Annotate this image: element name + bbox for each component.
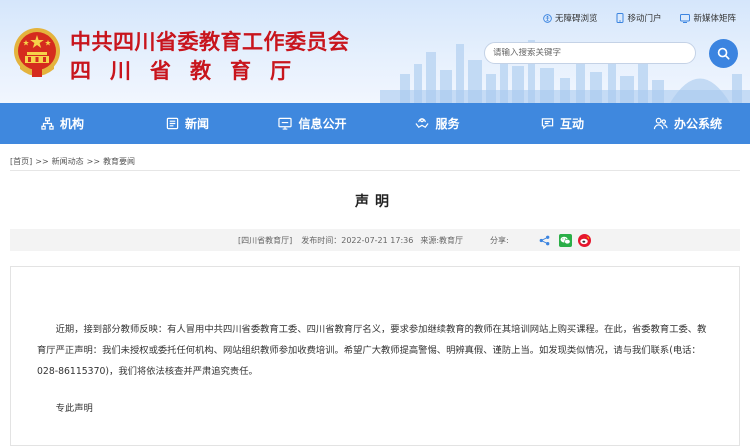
nav-item-label: 新闻 bbox=[184, 117, 209, 131]
nav-item-org[interactable]: 机构 bbox=[0, 103, 125, 144]
top-link-mobile[interactable]: 移动门户 bbox=[616, 11, 661, 25]
share-weibo-button[interactable] bbox=[577, 233, 591, 247]
breadcrumb-news[interactable]: 新闻动态 bbox=[52, 156, 84, 167]
meta-share-label: 分享: bbox=[490, 235, 509, 245]
news-icon bbox=[166, 117, 179, 130]
share-icon bbox=[539, 235, 550, 245]
top-link-label: 无障碍浏览 bbox=[554, 14, 598, 24]
meta-source: [四川省教育厅] bbox=[238, 235, 293, 245]
article-meta: [四川省教育厅] 发布时间：2022-07-21 17:36 来源:教育厅 分享… bbox=[10, 229, 740, 251]
media-matrix-icon bbox=[680, 13, 691, 23]
wechat-icon bbox=[558, 233, 572, 247]
top-link-label: 新媒体矩阵 bbox=[693, 14, 736, 24]
breadcrumb-edu-news[interactable]: 教育要闻 bbox=[103, 156, 135, 167]
top-link-media-matrix[interactable]: 新媒体矩阵 bbox=[680, 11, 736, 25]
interaction-icon bbox=[541, 118, 554, 130]
nav-item-label: 办公系统 bbox=[673, 117, 722, 131]
top-links: 无障碍浏览 移动门户 新媒体矩阵 bbox=[524, 11, 736, 25]
meta-published: 发布时间：2022-07-21 17:36 bbox=[301, 235, 414, 245]
office-system-icon bbox=[653, 117, 668, 130]
nav-item-label: 信息公开 bbox=[298, 117, 347, 131]
breadcrumb-home[interactable]: [首页] bbox=[10, 156, 32, 167]
share-button[interactable] bbox=[539, 235, 550, 246]
service-icon bbox=[415, 118, 430, 129]
nav-item-news[interactable]: 新闻 bbox=[125, 103, 250, 144]
nav-item-office-system[interactable]: 办公系统 bbox=[625, 103, 750, 144]
weibo-icon bbox=[577, 233, 591, 247]
nav-item-label: 服务 bbox=[435, 117, 460, 131]
search-box bbox=[484, 42, 696, 64]
search-input[interactable] bbox=[493, 48, 695, 58]
search-button[interactable] bbox=[709, 39, 738, 68]
mobile-icon bbox=[616, 13, 624, 23]
article-body: 近期，接到部分教师反映：有人冒用中共四川省委教育工委、四川省教育厅名义，要求参加… bbox=[37, 324, 707, 377]
article-closing: 专此声明 bbox=[55, 403, 93, 414]
nav-item-info-open[interactable]: 信息公开 bbox=[250, 103, 375, 144]
nav-item-label: 互动 bbox=[559, 117, 584, 131]
national-emblem-icon bbox=[14, 28, 60, 77]
site-title: 中共四川省委教育工作委员会 bbox=[70, 30, 350, 54]
org-icon bbox=[41, 117, 54, 130]
breadcrumb-separator: >> bbox=[86, 156, 101, 166]
article-title: 声明 bbox=[355, 194, 395, 210]
top-link-label: 移动门户 bbox=[627, 14, 662, 24]
nav-item-service[interactable]: 服务 bbox=[375, 103, 500, 144]
info-open-icon bbox=[278, 117, 293, 130]
site-subtitle: 四川省教育厅 bbox=[70, 59, 310, 83]
share-wechat-button[interactable] bbox=[558, 233, 572, 247]
site-header: 中共四川省委教育工作委员会 四川省教育厅 无障碍浏览 移动门户 新媒体矩阵 bbox=[0, 0, 750, 103]
meta-origin: 来源:教育厅 bbox=[420, 235, 464, 245]
accessibility-icon bbox=[543, 13, 552, 23]
breadcrumb: [首页] >> 新闻动态 >> 教育要闻 bbox=[10, 152, 740, 171]
main-nav: 机构 新闻 信息公开 服务 互动 办公系统 bbox=[0, 103, 750, 144]
nav-item-interaction[interactable]: 互动 bbox=[500, 103, 625, 144]
top-link-accessibility[interactable]: 无障碍浏览 bbox=[543, 11, 598, 25]
nav-item-label: 机构 bbox=[59, 117, 84, 131]
breadcrumb-separator: >> bbox=[35, 156, 49, 166]
search-icon bbox=[717, 47, 730, 60]
